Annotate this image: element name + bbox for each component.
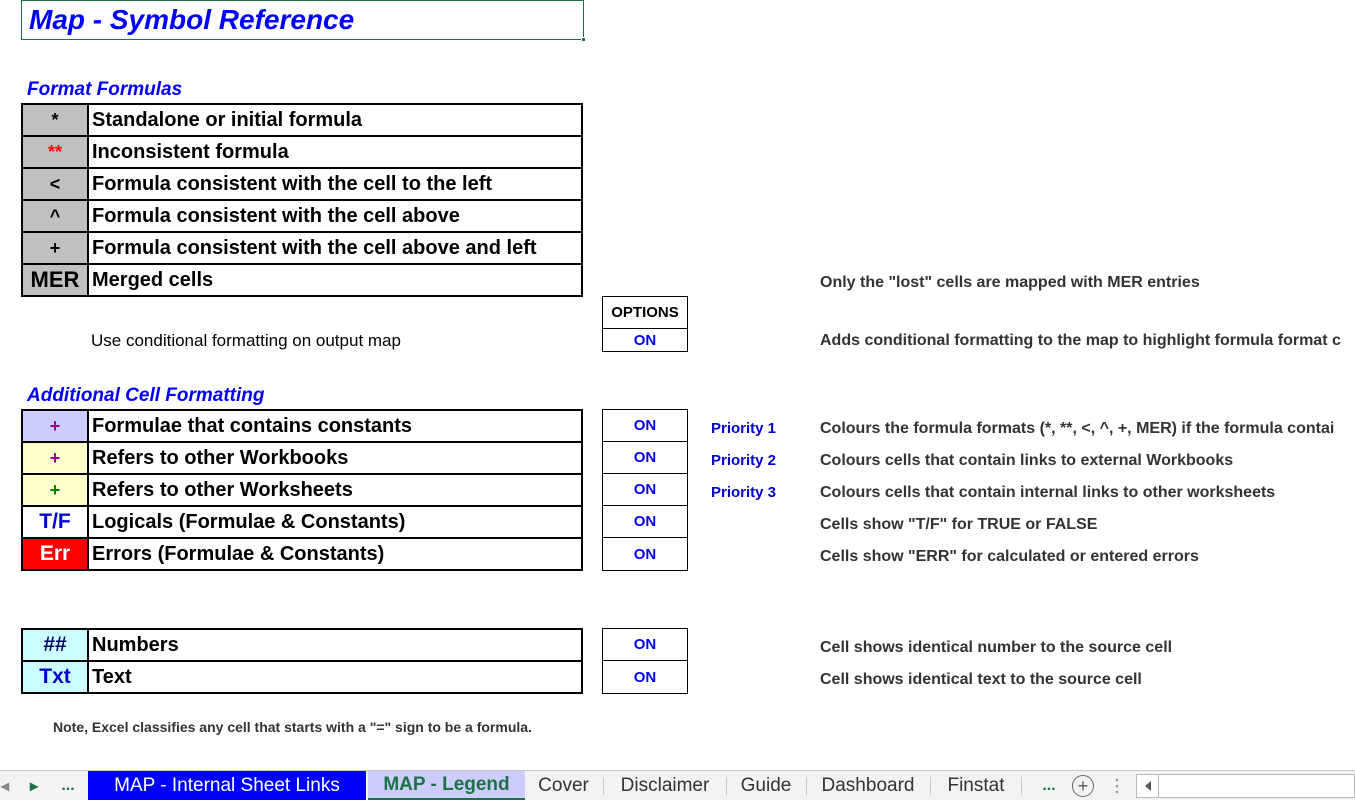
- description-cell: Formula consistent with the cell above: [92, 204, 460, 227]
- tab-map-legend[interactable]: MAP - Legend: [368, 771, 525, 800]
- scroll-next-icon[interactable]: ▸: [24, 771, 44, 800]
- additional-formatting-table: + Formulae that contains constants + Ref…: [21, 409, 583, 571]
- description-cell: Merged cells: [92, 268, 214, 291]
- table-row[interactable]: + Formula consistent with the cell above…: [23, 233, 581, 265]
- constants-toggle[interactable]: ON: [603, 410, 687, 442]
- format-formulas-table: * Standalone or initial formula ** Incon…: [21, 103, 583, 297]
- description-cell: Standalone or initial formula: [92, 108, 363, 131]
- symbol-cell: *: [23, 105, 89, 135]
- scroll-first-icon[interactable]: ◂: [0, 771, 10, 800]
- worksheets-note: Colours cells that contain internal link…: [820, 484, 1276, 501]
- values-table: ## Numbers Txt Text: [21, 628, 583, 694]
- table-row[interactable]: MER Merged cells: [23, 265, 581, 297]
- scroll-left-icon[interactable]: [1137, 775, 1159, 797]
- options-header: OPTIONS: [603, 297, 687, 329]
- fill-handle[interactable]: [581, 37, 586, 42]
- merged-cells-note: Only the "lost" cells are mapped with ME…: [820, 274, 1200, 291]
- numbers-note: Cell shows identical number to the sourc…: [820, 639, 1173, 656]
- priority-1-label: Priority 1: [711, 420, 777, 437]
- options-box: OPTIONS ON: [602, 296, 688, 352]
- table-row[interactable]: + Refers to other Workbooks: [23, 443, 581, 475]
- tab-separator: [726, 777, 727, 795]
- description-cell: Inconsistent formula: [92, 140, 289, 163]
- add-sheet-icon[interactable]: +: [1072, 775, 1094, 797]
- symbol-cell: T/F: [23, 507, 89, 537]
- tabs-overflow-right[interactable]: ...: [1036, 771, 1062, 800]
- table-row[interactable]: + Refers to other Worksheets: [23, 475, 581, 507]
- tab-guide[interactable]: Guide: [728, 771, 804, 800]
- splitter-icon[interactable]: [1110, 777, 1124, 795]
- errors-note: Cells show "ERR" for calculated or enter…: [820, 548, 1199, 565]
- priority-3-label: Priority 3: [711, 484, 777, 501]
- symbol-cell: +: [23, 411, 89, 441]
- additional-options-box: ON ON ON ON ON: [602, 409, 688, 571]
- symbol-cell: MER: [23, 265, 89, 295]
- text-note: Cell shows identical text to the source …: [820, 671, 1142, 688]
- table-row[interactable]: Txt Text: [23, 662, 581, 694]
- table-row[interactable]: * Standalone or initial formula: [23, 105, 581, 137]
- page-title: Map - Symbol Reference: [29, 4, 355, 35]
- workbooks-toggle[interactable]: ON: [603, 442, 687, 474]
- description-cell: Errors (Formulae & Constants): [92, 542, 385, 565]
- constants-note: Colours the formula formats (*, **, <, ^…: [820, 420, 1335, 437]
- additional-formatting-heading: Additional Cell Formatting: [27, 385, 265, 406]
- tab-finstat[interactable]: Finstat: [932, 771, 1020, 800]
- symbol-cell: ^: [23, 201, 89, 231]
- values-options-box: ON ON: [602, 628, 688, 694]
- priority-2-label: Priority 2: [711, 452, 777, 469]
- table-row[interactable]: ** Inconsistent formula: [23, 137, 581, 169]
- tab-separator: [806, 777, 807, 795]
- symbol-cell: +: [23, 443, 89, 473]
- tab-separator: [930, 777, 931, 795]
- worksheets-toggle[interactable]: ON: [603, 474, 687, 506]
- conditional-format-label: Use conditional formatting on output map: [91, 331, 401, 350]
- format-formulas-heading: Format Formulas: [27, 79, 183, 100]
- description-cell: Refers to other Workbooks: [92, 446, 349, 469]
- symbol-cell: Txt: [23, 662, 89, 692]
- conditional-format-toggle[interactable]: ON: [603, 329, 687, 351]
- symbol-cell: <: [23, 169, 89, 199]
- text-toggle[interactable]: ON: [603, 661, 687, 693]
- tab-dashboard[interactable]: Dashboard: [808, 771, 928, 800]
- tab-separator: [1021, 777, 1022, 795]
- sheet-tab-bar: ◂ ▸ ... MAP - Internal Sheet Links MAP -…: [0, 770, 1355, 800]
- conditional-format-note: Adds conditional formatting to the map t…: [820, 332, 1341, 349]
- logicals-note: Cells show "T/F" for TRUE or FALSE: [820, 516, 1098, 533]
- description-cell: Formula consistent with the cell above a…: [92, 236, 537, 259]
- symbol-cell: +: [23, 233, 89, 263]
- symbol-cell: +: [23, 475, 89, 505]
- caret-left-icon: [1144, 781, 1151, 791]
- logicals-toggle[interactable]: ON: [603, 506, 687, 538]
- description-cell: Numbers: [92, 633, 179, 656]
- symbol-cell: Err: [23, 539, 89, 569]
- table-row[interactable]: T/F Logicals (Formulae & Constants): [23, 507, 581, 539]
- tab-separator: [603, 777, 604, 795]
- splitter-dots-icon: [1115, 778, 1119, 794]
- tab-disclaimer[interactable]: Disclaimer: [606, 771, 724, 800]
- symbol-cell: **: [23, 137, 89, 167]
- tab-cover[interactable]: Cover: [527, 771, 600, 800]
- tabs-overflow-left[interactable]: ...: [56, 771, 80, 800]
- table-row[interactable]: + Formulae that contains constants: [23, 411, 581, 443]
- description-cell: Logicals (Formulae & Constants): [92, 510, 406, 533]
- table-row[interactable]: < Formula consistent with the cell to th…: [23, 169, 581, 201]
- workbooks-note: Colours cells that contain links to exte…: [820, 452, 1234, 469]
- description-cell: Text: [92, 665, 132, 688]
- description-cell: Refers to other Worksheets: [92, 478, 353, 501]
- horizontal-scrollbar[interactable]: [1136, 774, 1355, 798]
- footnote: Note, Excel classifies any cell that sta…: [53, 719, 532, 735]
- table-row[interactable]: Err Errors (Formulae & Constants): [23, 539, 581, 571]
- tab-map-internal-sheet-links[interactable]: MAP - Internal Sheet Links: [88, 771, 366, 800]
- numbers-toggle[interactable]: ON: [603, 629, 687, 661]
- table-row[interactable]: ## Numbers: [23, 630, 581, 662]
- table-row[interactable]: ^ Formula consistent with the cell above: [23, 201, 581, 233]
- description-cell: Formula consistent with the cell to the …: [92, 172, 493, 195]
- description-cell: Formulae that contains constants: [92, 414, 413, 437]
- errors-toggle[interactable]: ON: [603, 538, 687, 570]
- symbol-cell: ##: [23, 630, 89, 660]
